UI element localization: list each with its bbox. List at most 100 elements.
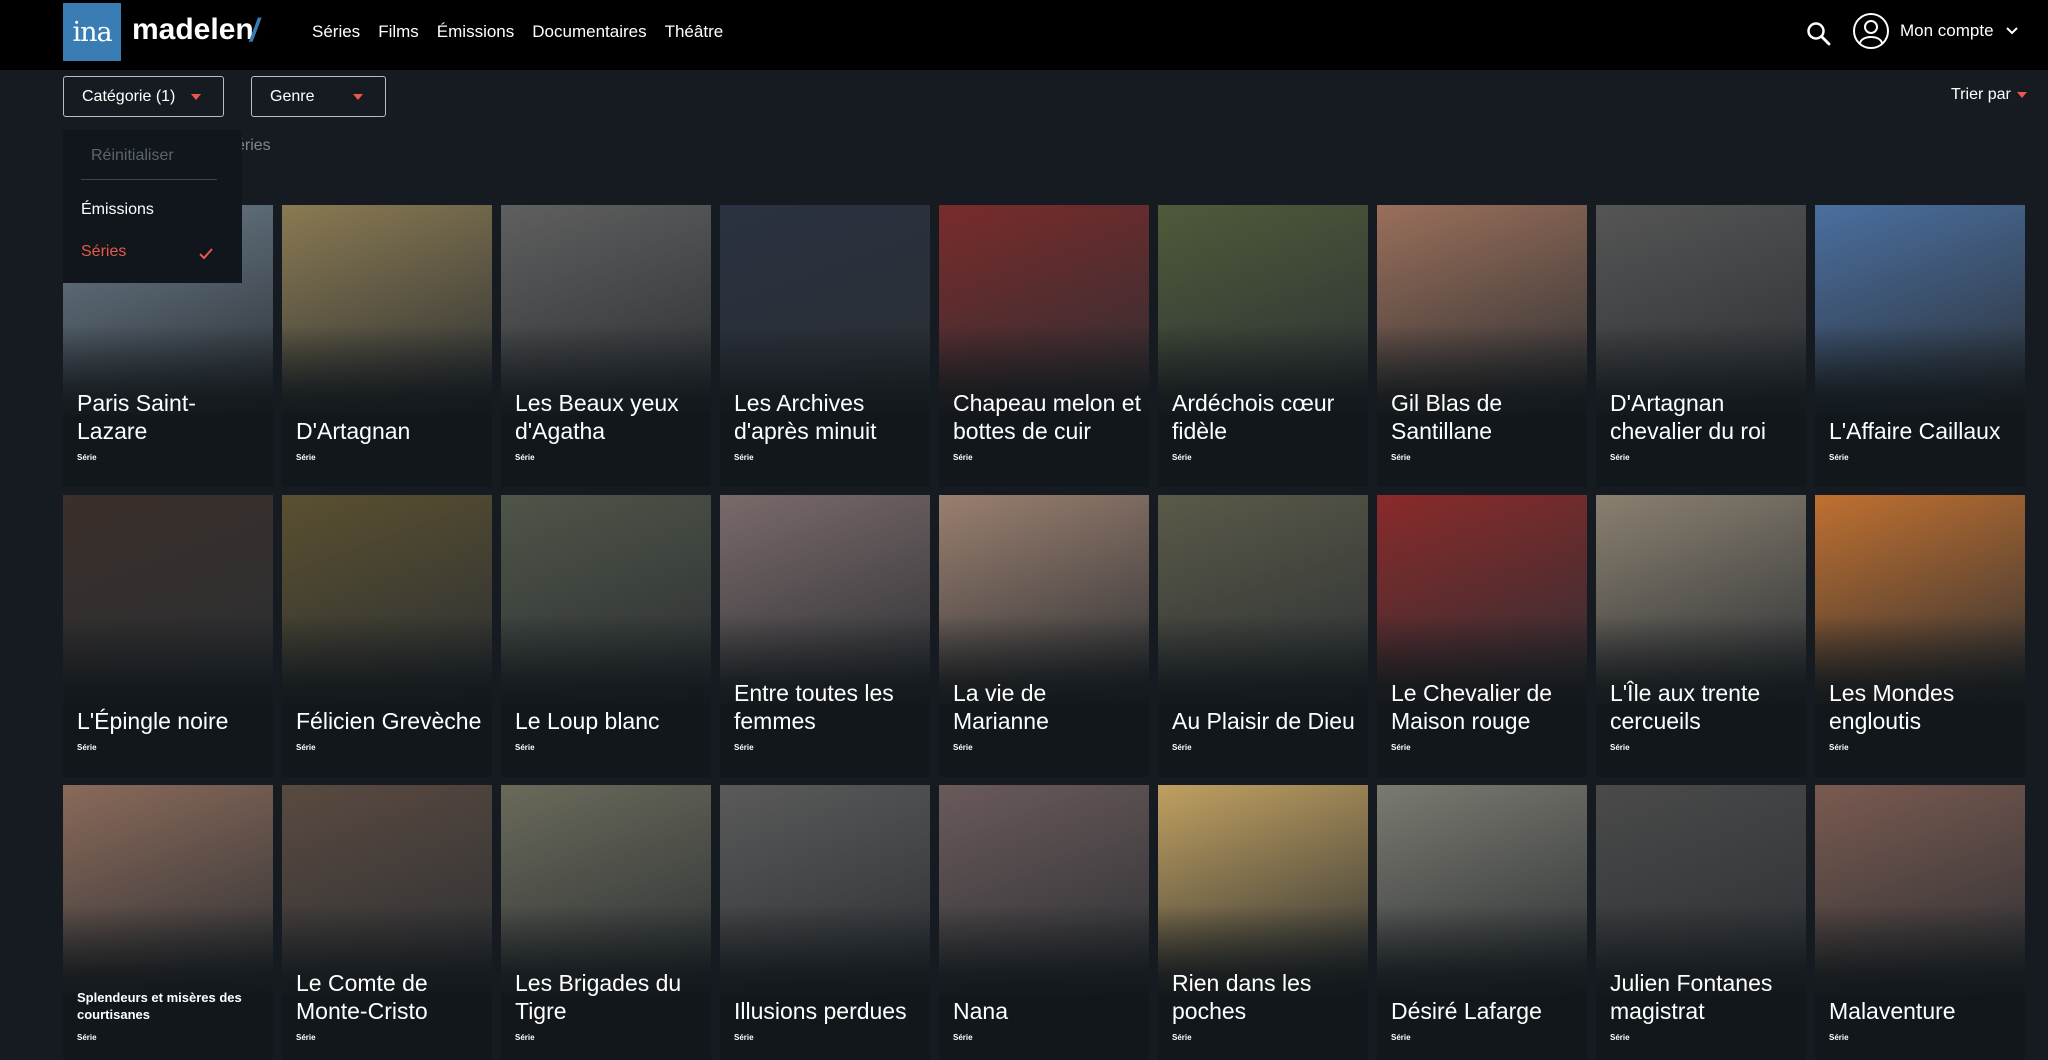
- series-title: Le Comte de Monte-Cristo: [296, 970, 428, 1024]
- series-title: Julien Fontanes magistrat: [1610, 970, 1773, 1024]
- series-card[interactable]: Les Archives d'après minuit Série: [720, 205, 930, 487]
- series-card[interactable]: L'Île aux trente cercueils Série: [1596, 495, 1806, 777]
- dropdown-option-emissions[interactable]: Émissions: [81, 201, 154, 219]
- nav-item-documentaires[interactable]: Documentaires: [532, 22, 646, 42]
- sort-label: Trier par: [1951, 86, 2011, 103]
- main-nav: Séries Films Émissions Documentaires Thé…: [312, 22, 723, 42]
- thumbnail-gradient: [501, 615, 711, 715]
- category-filter-button[interactable]: Catégorie (1): [63, 76, 224, 117]
- series-title: Désiré Lafarge: [1391, 998, 1542, 1024]
- dropdown-option-series[interactable]: Séries: [81, 243, 126, 261]
- genre-filter-label: Genre: [270, 87, 315, 105]
- series-card[interactable]: Au Plaisir de Dieu Série: [1158, 495, 1368, 777]
- series-type-label: Série: [1610, 743, 1630, 752]
- caret-down-icon: [353, 94, 363, 100]
- series-card[interactable]: Illusions perdues Série: [720, 785, 930, 1060]
- thumbnail-gradient: [63, 615, 273, 715]
- series-title: L'Affaire Caillaux: [1829, 418, 2001, 444]
- sort-button[interactable]: Trier par: [1951, 86, 2027, 104]
- series-type-label: Série: [1172, 453, 1192, 462]
- series-card[interactable]: Julien Fontanes magistrat Série: [1596, 785, 1806, 1060]
- series-card[interactable]: Les Beaux yeux d'Agatha Série: [501, 205, 711, 487]
- series-card[interactable]: La vie de Marianne Série: [939, 495, 1149, 777]
- nav-item-emissions[interactable]: Émissions: [437, 22, 514, 42]
- search-icon[interactable]: [1805, 20, 1833, 48]
- series-type-label: Série: [296, 1033, 316, 1042]
- series-type-label: Série: [1391, 453, 1411, 462]
- series-type-label: Série: [1610, 453, 1630, 462]
- series-title: Entre toutes les femmes: [734, 680, 894, 734]
- thumbnail-gradient: [282, 615, 492, 715]
- series-type-label: Série: [515, 743, 535, 752]
- series-type-label: Série: [1172, 1033, 1192, 1042]
- thumbnail-gradient: [1377, 905, 1587, 1005]
- series-card[interactable]: Les Brigades du Tigre Série: [501, 785, 711, 1060]
- series-title: Les Beaux yeux d'Agatha: [515, 390, 679, 444]
- series-card[interactable]: Splendeurs et misères des courtisanes Sér…: [63, 785, 273, 1060]
- series-type-label: Série: [1829, 1033, 1849, 1042]
- series-title: Rien dans les poches: [1172, 970, 1312, 1024]
- category-filter-label: Catégorie (1): [82, 87, 176, 105]
- series-type-label: Série: [77, 743, 97, 752]
- series-title: Splendeurs et misères des courtisanes: [77, 990, 242, 1022]
- thumbnail-gradient: [720, 905, 930, 1005]
- series-card[interactable]: Le Chevalier de Maison rouge Série: [1377, 495, 1587, 777]
- chevron-down-icon: [2005, 27, 2018, 35]
- series-type-label: Série: [1172, 743, 1192, 752]
- series-card[interactable]: L'Affaire Caillaux Série: [1815, 205, 2025, 487]
- account-label: Mon compte: [1900, 21, 1994, 40]
- series-title: Nana: [953, 998, 1008, 1024]
- series-title: Le Chevalier de Maison rouge: [1391, 680, 1553, 734]
- series-card[interactable]: Chapeau melon et bottes de cuir Série: [939, 205, 1149, 487]
- series-card[interactable]: Le Loup blanc Série: [501, 495, 711, 777]
- thumbnail-gradient: [1158, 615, 1368, 715]
- ina-logo[interactable]: ina: [63, 3, 121, 61]
- series-title: L'Épingle noire: [77, 708, 229, 734]
- series-card[interactable]: Gil Blas de Santillane Série: [1377, 205, 1587, 487]
- series-card[interactable]: Le Comte de Monte-Cristo Série: [282, 785, 492, 1060]
- series-title: Paris Saint-Lazare: [77, 390, 196, 444]
- series-card[interactable]: Ardéchois cœur fidèle Série: [1158, 205, 1368, 487]
- series-title: Les Brigades du Tigre: [515, 970, 682, 1024]
- reset-filter-button[interactable]: Réinitialiser: [91, 147, 174, 165]
- series-type-label: Série: [1610, 1033, 1630, 1042]
- series-title: Malaventure: [1829, 998, 1956, 1024]
- thumbnail-gradient: [1815, 905, 2025, 1005]
- nav-item-series[interactable]: Séries: [312, 22, 360, 42]
- brand-slash: /: [250, 12, 259, 48]
- series-card[interactable]: D'Artagnan chevalier du roi Série: [1596, 205, 1806, 487]
- series-title: D'Artagnan: [296, 418, 411, 444]
- series-type-label: Série: [77, 453, 97, 462]
- series-card[interactable]: Nana Série: [939, 785, 1149, 1060]
- genre-filter-button[interactable]: Genre: [251, 76, 386, 117]
- series-title: Ardéchois cœur fidèle: [1172, 390, 1335, 444]
- series-card[interactable]: Malaventure Série: [1815, 785, 2025, 1060]
- series-card[interactable]: Les Mondes engloutis Série: [1815, 495, 2025, 777]
- series-title: Gil Blas de Santillane: [1391, 390, 1503, 444]
- series-title: D'Artagnan chevalier du roi: [1610, 390, 1766, 444]
- thumbnail-gradient: [282, 325, 492, 425]
- nav-item-theatre[interactable]: Théâtre: [665, 22, 724, 42]
- nav-item-films[interactable]: Films: [378, 22, 419, 42]
- series-type-label: Série: [515, 1033, 535, 1042]
- series-type-label: Série: [1391, 743, 1411, 752]
- brand-name[interactable]: madelen: [132, 13, 254, 47]
- thumbnail-gradient: [1815, 325, 2025, 425]
- series-title: L'Île aux trente cercueils: [1610, 680, 1761, 734]
- series-card[interactable]: Désiré Lafarge Série: [1377, 785, 1587, 1060]
- series-type-label: Série: [1391, 1033, 1411, 1042]
- series-type-label: Série: [77, 1033, 97, 1042]
- series-card[interactable]: D'Artagnan Série: [282, 205, 492, 487]
- series-type-label: Série: [515, 453, 535, 462]
- series-title: Les Mondes engloutis: [1829, 680, 1955, 734]
- series-title: Le Loup blanc: [515, 708, 660, 734]
- series-card[interactable]: L'Épingle noire Série: [63, 495, 273, 777]
- caret-down-icon: [191, 94, 201, 100]
- series-type-label: Série: [734, 1033, 754, 1042]
- thumbnail-gradient: [939, 905, 1149, 1005]
- series-card[interactable]: Félicien Grevèche Série: [282, 495, 492, 777]
- series-card[interactable]: Rien dans les poches Série: [1158, 785, 1368, 1060]
- series-type-label: Série: [296, 743, 316, 752]
- series-card[interactable]: Entre toutes les femmes Série: [720, 495, 930, 777]
- account-menu[interactable]: Mon compte: [1852, 12, 2020, 50]
